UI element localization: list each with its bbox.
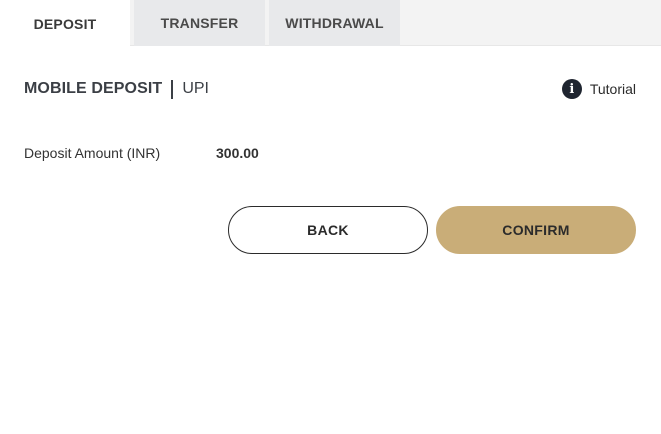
info-icon: i xyxy=(561,79,582,99)
tab-bar: DEPOSIT TRANSFER WITHDRAWAL xyxy=(0,0,661,47)
title-divider xyxy=(171,79,174,99)
confirm-button[interactable]: CONFIRM xyxy=(436,206,636,254)
deposit-page: DEPOSIT TRANSFER WITHDRAWAL MOBILE DEPOS… xyxy=(0,0,661,434)
tab-transfer[interactable]: TRANSFER xyxy=(134,0,265,46)
section-title: MOBILE DEPOSIT UPI xyxy=(24,78,209,100)
tutorial-label: Tutorial xyxy=(589,81,636,97)
payment-method-label: UPI xyxy=(182,80,209,97)
tab-deposit[interactable]: DEPOSIT xyxy=(0,0,130,47)
tutorial-link[interactable]: i Tutorial xyxy=(561,78,636,100)
tab-withdrawal[interactable]: WITHDRAWAL xyxy=(269,0,400,46)
back-button[interactable]: BACK xyxy=(228,206,428,254)
deposit-amount-value: 300.00 xyxy=(216,145,259,161)
deposit-amount-label: Deposit Amount (INR) xyxy=(24,145,161,161)
page-title: MOBILE DEPOSIT xyxy=(24,80,163,97)
